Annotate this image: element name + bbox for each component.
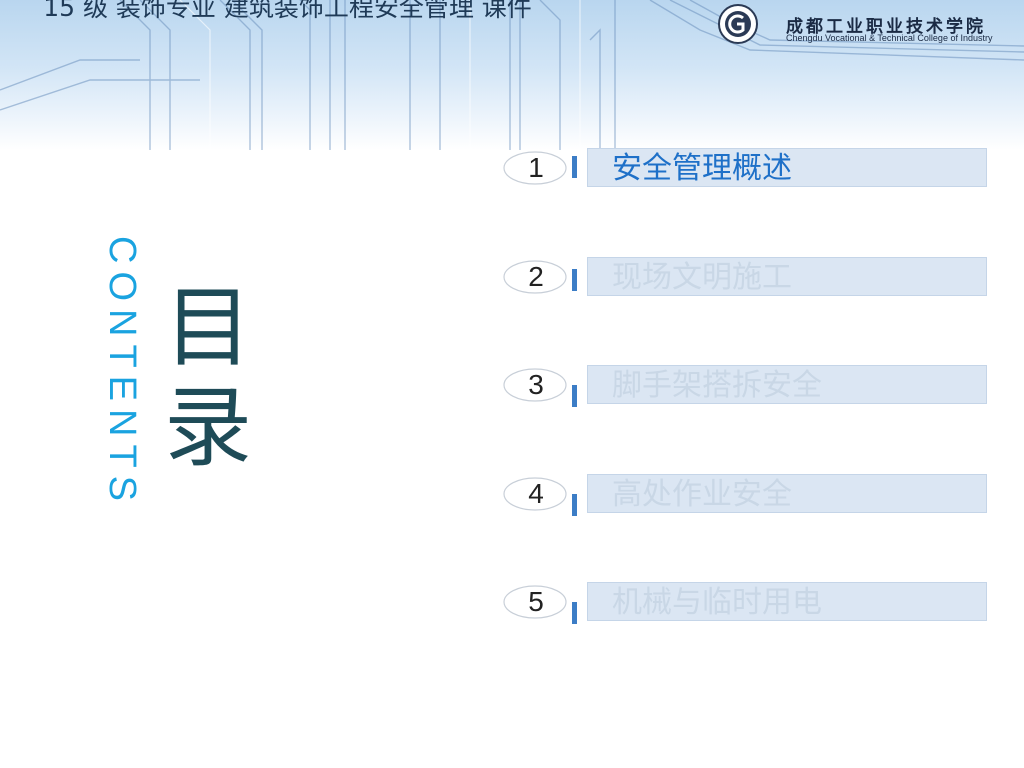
toc-item-4[interactable]: 4 高处作业安全 — [503, 474, 993, 518]
college-emblem-icon — [718, 4, 758, 44]
toc-item-number: 2 — [528, 261, 544, 292]
toc-heading: 目 录 — [163, 278, 253, 478]
toc-item-label: 现场文明施工 — [612, 260, 792, 295]
toc-item-number: 1 — [528, 152, 544, 183]
toc-item-label: 安全管理概述 — [612, 151, 792, 186]
toc-item-2[interactable]: 2 现场文明施工 — [503, 257, 993, 301]
toc-heading-char-1: 目 — [163, 276, 252, 379]
contents-vertical-label: CONTENTS — [101, 236, 143, 509]
toc-item-box: 安全管理概述 — [587, 148, 987, 187]
toc-item-number: 5 — [528, 586, 544, 617]
accent-bar — [572, 602, 577, 624]
toc-item-box: 脚手架搭拆安全 — [587, 365, 987, 404]
toc-item-number: 3 — [528, 369, 544, 400]
accent-bar — [572, 269, 577, 291]
presentation-title: 15 级 装饰专业 建筑装饰工程安全管理 课件 — [43, 0, 532, 22]
toc-item-3[interactable]: 3 脚手架搭拆安全 — [503, 365, 993, 409]
toc-item-box: 高处作业安全 — [587, 474, 987, 513]
toc-item-label: 高处作业安全 — [612, 477, 792, 512]
toc-heading-char-2: 录 — [163, 376, 252, 479]
toc-item-label: 机械与临时用电 — [612, 585, 822, 620]
toc-item-box: 机械与临时用电 — [587, 582, 987, 621]
toc-item-1[interactable]: 1 安全管理概述 — [503, 148, 993, 192]
accent-bar — [572, 385, 577, 407]
toc-item-number: 4 — [528, 478, 544, 509]
college-logo: 成都工业职业技术学院 Chengdu Vocational & Technica… — [718, 4, 1018, 48]
accent-bar — [572, 156, 577, 178]
college-name-en: Chengdu Vocational & Technical College o… — [786, 33, 993, 43]
toc-item-5[interactable]: 5 机械与临时用电 — [503, 582, 993, 626]
toc-item-label: 脚手架搭拆安全 — [612, 368, 822, 403]
toc-item-box: 现场文明施工 — [587, 257, 987, 296]
accent-bar — [572, 494, 577, 516]
